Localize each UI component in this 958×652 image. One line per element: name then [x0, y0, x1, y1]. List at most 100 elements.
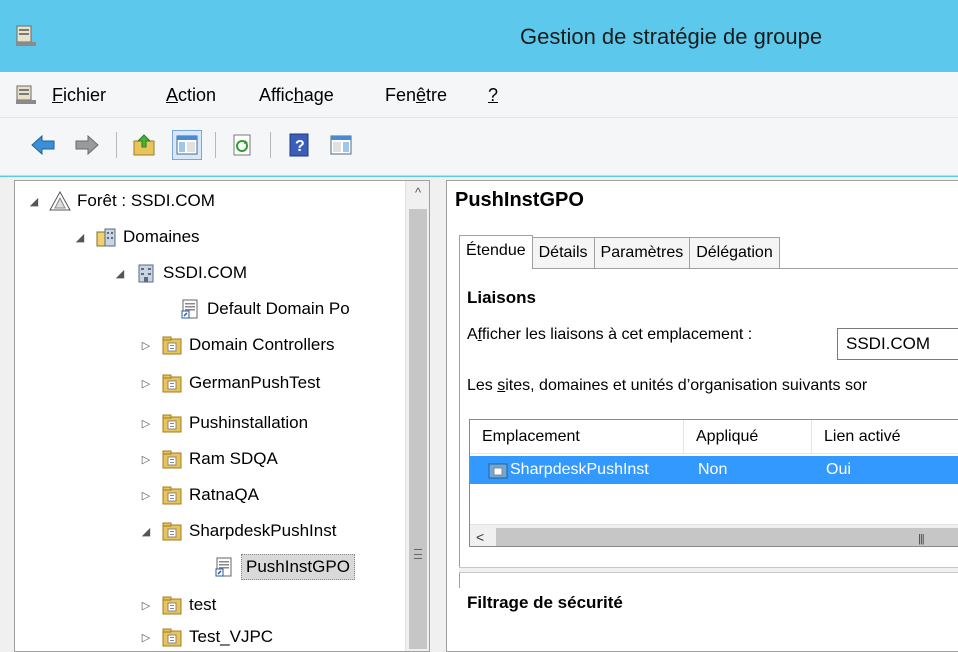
forward-arrow-icon[interactable]	[72, 130, 102, 160]
column-header-lien-active[interactable]: Lien activé	[812, 420, 958, 454]
tree-item-domains[interactable]: ◢ Domaines	[71, 221, 200, 253]
tree-vertical-scrollbar[interactable]: ^	[405, 181, 429, 651]
tree-item-forest[interactable]: ◢ Forêt : SSDI.COM	[25, 185, 215, 217]
tree-item-default-domain-policy[interactable]: Default Domain Po	[155, 293, 350, 325]
ou-folder-icon	[162, 450, 182, 469]
tree-item-label: RatnaQA	[189, 485, 259, 504]
tab-strip: Étendue Détails Paramètres Délégation	[459, 235, 780, 269]
tree-item-pushinstgpo[interactable]: PushInstGPO	[189, 551, 355, 583]
tree-item-label: Pushinstallation	[189, 413, 309, 432]
list-horizontal-scrollbar[interactable]: < |||	[470, 524, 958, 546]
forest-icon	[49, 191, 71, 211]
expander-icon[interactable]: ▷	[137, 453, 155, 466]
column-header-emplacement[interactable]: Emplacement	[470, 420, 684, 454]
security-filtering-heading: Filtrage de sécurité	[467, 593, 623, 612]
domains-icon	[96, 228, 116, 247]
system-menu-icon[interactable]	[14, 84, 38, 106]
menu-bar: Fichier Action Affichage Fenêtre ?	[0, 72, 958, 118]
scroll-up-icon[interactable]: ^	[406, 181, 429, 205]
links-list[interactable]: Emplacement Appliqué Lien activé Sharpde…	[469, 419, 958, 547]
menu-fichier[interactable]: Fichier	[52, 85, 106, 106]
console-pane-icon[interactable]	[326, 130, 356, 160]
expander-icon[interactable]: ▷	[137, 417, 155, 430]
expander-icon[interactable]: ▷	[137, 599, 155, 612]
links-heading: Liaisons	[467, 288, 536, 307]
back-arrow-icon[interactable]	[28, 130, 58, 160]
help-icon[interactable]: ?	[284, 130, 314, 160]
ou-folder-icon	[162, 486, 182, 505]
up-folder-icon[interactable]	[130, 130, 160, 160]
scrollbar-thumb[interactable]	[496, 528, 958, 546]
expander-icon[interactable]: ▷	[137, 489, 155, 502]
tree-item-label: Default Domain Po	[207, 299, 350, 318]
tree-item-sharpdeskpushinst[interactable]: ◢ SharpdeskPushInst	[137, 515, 336, 547]
row-location: SharpdeskPushInst	[510, 461, 649, 478]
expander-icon[interactable]: ◢	[71, 231, 89, 244]
ou-folder-icon	[488, 463, 508, 479]
scrollbar-grip-icon	[414, 549, 422, 559]
gpo-link-icon	[215, 557, 232, 577]
workspace: ◢ Forêt : SSDI.COM ◢ Domaines ◢ SSDI.COM…	[0, 177, 958, 652]
gpmc-app-icon	[16, 25, 36, 46]
tree-item-label: Test_VJPC	[189, 627, 274, 646]
ou-folder-icon	[162, 374, 182, 393]
expander-icon[interactable]: ▷	[137, 631, 155, 644]
show-hide-tree-icon[interactable]	[172, 130, 202, 160]
tab-details[interactable]: Détails	[531, 237, 595, 269]
tree-item-label: SharpdeskPushInst	[189, 521, 337, 540]
tab-delegation[interactable]: Délégation	[689, 237, 780, 269]
ou-folder-icon	[162, 628, 182, 647]
gpo-link-icon	[181, 299, 198, 319]
menu-affichage[interactable]: Affichage	[259, 85, 334, 106]
toolbar-separator	[215, 132, 216, 158]
details-pane: PushInstGPO Étendue Détails Paramètres D…	[446, 180, 958, 652]
expander-icon[interactable]: ◢	[137, 525, 155, 538]
menu-action[interactable]: Action	[166, 85, 216, 106]
column-header-applique[interactable]: Appliqué	[684, 420, 812, 454]
expander-icon[interactable]: ◢	[111, 267, 129, 280]
expander-icon[interactable]: ▷	[137, 339, 155, 352]
tree-item-test-vjpc[interactable]: ▷ Test_VJPC	[137, 621, 274, 651]
scrollbar-thumb[interactable]	[409, 209, 427, 649]
tree-item-domain-controllers[interactable]: ▷ Domain Controllers	[137, 329, 335, 361]
domain-icon	[138, 264, 154, 283]
tree-item-test[interactable]: ▷ test	[137, 589, 216, 621]
menu-fenetre[interactable]: Fenêtre	[385, 85, 447, 106]
tree-item-pushinstallation[interactable]: ▷ Pushinstallation	[137, 407, 308, 439]
ou-folder-icon	[162, 414, 182, 433]
tree-item-label: Domain Controllers	[189, 335, 335, 354]
menu-help[interactable]: ?	[488, 85, 498, 106]
list-row[interactable]: SharpdeskPushInst Non Oui	[470, 456, 958, 484]
toolbar-separator	[270, 132, 271, 158]
console-tree: ◢ Forêt : SSDI.COM ◢ Domaines ◢ SSDI.COM…	[14, 180, 430, 652]
pane-splitter[interactable]	[459, 567, 958, 573]
svg-text:?: ?	[295, 138, 305, 155]
row-enabled: Oui	[826, 461, 851, 478]
tree-item-label: Forêt : SSDI.COM	[77, 191, 215, 210]
tree-item-label: test	[189, 595, 217, 614]
list-header: Emplacement Appliqué Lien activé	[470, 420, 958, 454]
tree-item-ratnaqa[interactable]: ▷ RatnaQA	[137, 479, 259, 511]
tree-item-label: Domaines	[123, 227, 200, 246]
tree-item-ram-sdqa[interactable]: ▷ Ram SDQA	[137, 443, 278, 475]
ou-folder-icon	[162, 596, 182, 615]
tab-etendue[interactable]: Étendue	[459, 235, 533, 269]
gpo-title: PushInstGPO	[455, 189, 584, 211]
window-title: Gestion de stratégie de groupe	[520, 24, 823, 49]
tree-item-label: GermanPushTest	[189, 373, 321, 392]
ou-folder-icon	[162, 336, 182, 355]
expander-icon[interactable]: ◢	[25, 195, 43, 208]
scroll-left-icon[interactable]: <	[476, 525, 484, 546]
tab-parametres[interactable]: Paramètres	[593, 237, 691, 269]
sites-description: Les sites, domaines et unités d’organisa…	[467, 377, 868, 394]
tree-item-label: PushInstGPO	[241, 554, 355, 580]
row-enforced: Non	[698, 461, 728, 478]
scrollbar-grip-icon: |||	[918, 533, 925, 545]
toolbar-separator	[116, 132, 117, 158]
tree-item-germanpushtest[interactable]: ▷ GermanPushTest	[137, 367, 320, 399]
location-select[interactable]: SSDI.COM	[837, 328, 958, 360]
refresh-icon[interactable]	[228, 130, 258, 160]
expander-icon[interactable]: ▷	[137, 377, 155, 390]
tree-item-domain[interactable]: ◢ SSDI.COM	[111, 257, 247, 289]
show-links-label: Afficher les liaisons à cet emplacement …	[467, 326, 753, 343]
